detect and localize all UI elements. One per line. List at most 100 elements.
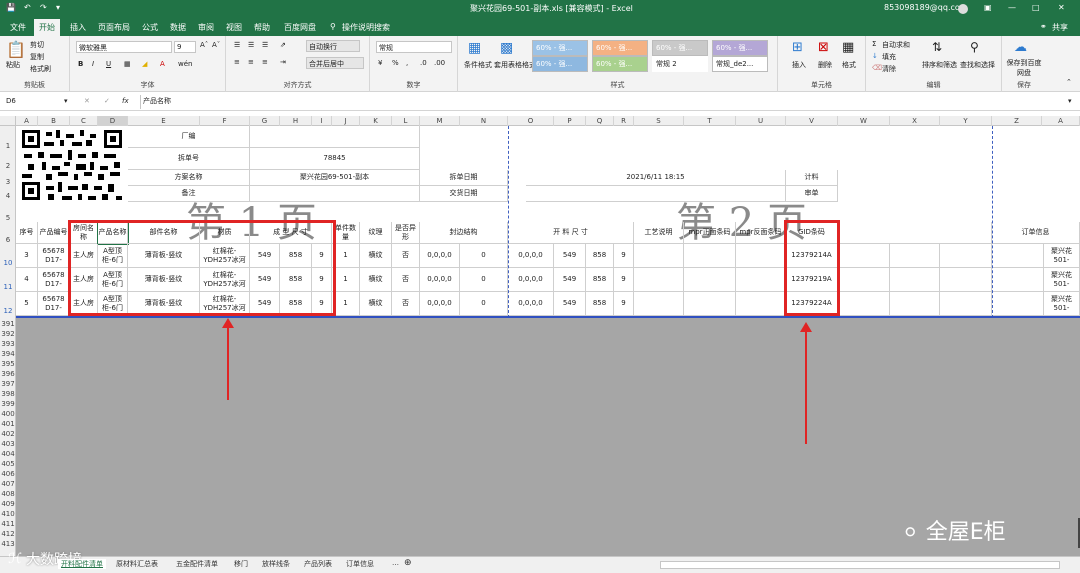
tab-help[interactable]: 帮助 [250,21,274,34]
row-header[interactable]: 402 [0,430,16,438]
column-header[interactable]: Q [586,116,614,126]
cell-qty[interactable]: 1 [332,292,360,316]
wrap-text-button[interactable]: 自动换行 [306,40,360,52]
header-qty[interactable]: 单件数量 [332,222,360,244]
row-header[interactable]: 398 [0,390,16,398]
column-header[interactable]: M [420,116,460,126]
cell-empty[interactable] [992,268,1044,292]
increase-decimal-icon[interactable]: .0 [420,59,427,67]
save-icon[interactable]: 💾 [6,3,16,12]
row-header[interactable]: 2 [0,162,16,170]
comma-icon[interactable]: , [406,59,408,67]
cell-cw[interactable]: 858 [586,244,614,268]
row-header[interactable]: 397 [0,380,16,388]
indent-icon[interactable]: ⇥ [280,58,286,66]
row-header[interactable]: 407 [0,480,16,488]
cell-empty[interactable] [890,292,940,316]
close-icon[interactable]: ✕ [1058,3,1065,12]
sort-filter-icon[interactable]: ⇅ [932,40,942,54]
paste-icon[interactable]: 📋 [6,40,26,59]
column-header[interactable]: G [250,116,280,126]
sheet-tab-lofting-lines[interactable]: 放样线条 [262,559,290,569]
header-cut-size[interactable]: 开 料 尺 寸 [508,222,634,244]
column-header[interactable]: Z [992,116,1042,126]
cell-edge-n[interactable]: 0 [460,244,508,268]
autosum-icon[interactable]: Σ [872,40,876,48]
cell-texture[interactable]: 横纹 [360,268,392,292]
format-cells-button[interactable]: 格式 [842,60,856,70]
cancel-edit-icon[interactable]: ✕ [84,97,90,105]
cell-texture[interactable]: 横纹 [360,244,392,268]
cell-empty[interactable] [992,244,1044,268]
number-format-select[interactable]: 常规 [376,41,452,53]
cell-empty[interactable] [992,292,1044,316]
decrease-decimal-icon[interactable]: .00 [434,59,445,67]
cell-qty[interactable]: 1 [332,268,360,292]
avatar[interactable] [958,4,968,14]
clear-icon[interactable]: ⌫ [872,64,882,72]
cell-empty[interactable] [736,292,786,316]
column-header[interactable]: R [614,116,634,126]
cell-seq[interactable]: 3 [16,244,38,268]
header-process[interactable]: 工艺说明 [634,222,684,244]
grow-font-icon[interactable]: Aˆ [200,41,208,49]
cell-empty[interactable] [940,268,992,292]
sort-filter-button[interactable]: 排序和筛选 [922,60,957,70]
border-icon[interactable]: ▦ [124,60,131,68]
formula-input[interactable]: 产品名称 [140,95,1060,109]
clear-button[interactable]: 清除 [882,64,896,74]
cut-button[interactable]: 剪切 [30,40,44,50]
row-header[interactable]: 413 [0,540,16,548]
shrink-font-icon[interactable]: Aˇ [212,41,220,49]
tab-page-layout[interactable]: 页面布局 [94,21,134,34]
align-right-icon[interactable]: ≡ [262,58,268,66]
find-select-icon[interactable]: ⚲ [970,40,979,54]
style-accent-6[interactable]: 60% - 强... [592,56,648,72]
plan-value[interactable]: 聚兴花园69-501-副本 [250,170,420,186]
header-mpr-back[interactable]: mpr反面条码 [736,222,786,244]
column-header[interactable]: D [98,116,128,126]
row-header[interactable]: 396 [0,370,16,378]
cell-cw[interactable]: 858 [586,292,614,316]
undo-icon[interactable]: ↶ [24,3,31,12]
column-header[interactable]: N [460,116,508,126]
split-date-value[interactable]: 2021/6/11 18:15 [526,170,786,186]
column-header[interactable]: Y [940,116,992,126]
order-no-value[interactable]: 78845 [250,148,420,170]
header-order-info[interactable]: 订单信息 [992,222,1080,244]
cell-edge-n[interactable]: 0 [460,268,508,292]
column-header[interactable]: X [890,116,940,126]
cell-ct[interactable]: 9 [614,292,634,316]
select-all-corner[interactable] [0,116,16,126]
tab-insert[interactable]: 插入 [66,21,90,34]
delete-cells-button[interactable]: 删除 [818,60,832,70]
cell-empty[interactable] [838,244,890,268]
bold-icon[interactable]: B [78,60,83,68]
row-header[interactable]: 408 [0,490,16,498]
cell-empty[interactable] [940,244,992,268]
fill-icon[interactable]: ↓ [872,52,878,60]
cell-empty[interactable] [940,292,992,316]
maximize-icon[interactable]: □ [1032,3,1040,12]
style-accent-5[interactable]: 60% - 强... [532,56,588,72]
column-header[interactable]: S [634,116,684,126]
font-size-select[interactable]: 9 [174,41,196,53]
sheet-tab-hardware-list[interactable]: 五金配件清单 [176,559,218,569]
column-header[interactable]: A [16,116,38,126]
font-color-icon[interactable]: A [160,60,165,68]
row-header[interactable]: 405 [0,460,16,468]
column-header[interactable]: W [838,116,890,126]
cell-special[interactable]: 否 [392,268,420,292]
cell-cl[interactable]: 549 [554,292,586,316]
row-header[interactable]: 399 [0,400,16,408]
phonetic-icon[interactable]: wén [178,60,192,68]
cell-product-no[interactable]: 65678 D17- [38,292,70,316]
style-normal-2[interactable]: 常规 2 [652,56,708,72]
delete-cells-icon[interactable]: ⊠ [818,40,829,55]
tab-home[interactable]: 开始 [34,19,60,36]
row-header[interactable]: 391 [0,320,16,328]
column-header[interactable]: L [392,116,420,126]
fill-color-icon[interactable]: ◢ [142,60,147,68]
add-sheet-icon[interactable]: ⊕ [404,558,412,568]
cell-empty[interactable] [838,292,890,316]
